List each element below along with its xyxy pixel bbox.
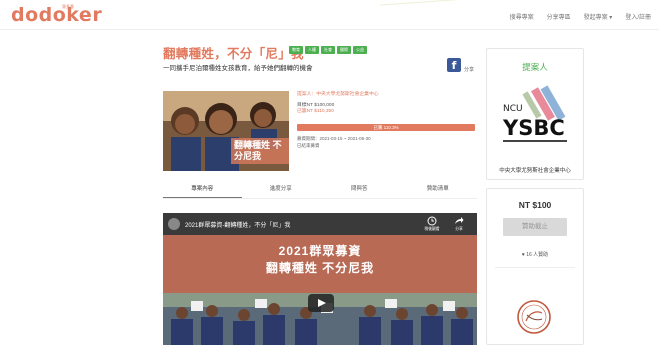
progress-label: 已籌 110.3%	[373, 125, 399, 130]
tab-content[interactable]: 專案內容	[163, 184, 242, 198]
tab-progress[interactable]: 進度分享	[242, 184, 321, 198]
content-tabs: 專案內容 進度分享 問與答 贊助清單	[163, 184, 477, 198]
tab-faq[interactable]: 問與答	[320, 184, 399, 198]
project-subtitle: 一同攜手尼泊爾種姓女孩教育，給予她們翻轉的機會	[163, 65, 313, 72]
funding-period: 募資期間：2021-03-15 ~ 2021-05-30 已結束募資	[297, 136, 371, 149]
project-tags: 教育 人權 社會 國際 公益	[289, 46, 367, 54]
supporter-count: ♥ 16 人贊助	[521, 252, 549, 258]
tag-chip[interactable]: 國際	[337, 46, 351, 54]
project-cover-image: 翻轉種姓 不分尼我	[163, 91, 289, 171]
video-header: 2021群眾募資-翻轉種姓，不分「尼」我 稍後觀看 分享	[163, 213, 477, 235]
nav-item-search[interactable]: 搜尋專案	[510, 12, 534, 21]
channel-avatar[interactable]	[168, 218, 180, 230]
tabs-divider	[163, 198, 477, 199]
clock-icon	[427, 216, 437, 226]
raised-amount: 已籌NT $110,350	[297, 109, 334, 115]
ysbc-logo-text: YSBC	[502, 116, 565, 140]
tab-sponsors[interactable]: 贊助清單	[399, 184, 478, 198]
ysbc-logo[interactable]: NCU YSBC	[501, 83, 571, 163]
tag-chip[interactable]: 公益	[353, 46, 367, 54]
watch-later-label: 稍後觀看	[424, 227, 440, 231]
video-banner-line2: 翻轉種姓 不分尼我	[265, 261, 375, 275]
decorative-line	[379, 0, 511, 13]
cover-caption: 翻轉種姓 不分尼我	[231, 138, 289, 164]
sponsor-closed-button[interactable]: 贊助截止	[503, 218, 567, 236]
project-title: 翻轉種姓，不分「尼」我	[163, 47, 304, 61]
nav-item-start-project[interactable]: 發起專案 ▾	[584, 12, 613, 21]
share-label[interactable]: 分享	[464, 66, 474, 73]
top-navigation-bar: dodoker 眾多客 搜尋專案 分享專區 發起專案 ▾ 登入/註冊	[0, 0, 659, 30]
reward-price: NT $100	[518, 200, 552, 210]
video-share-label: 分享	[455, 227, 463, 231]
period-text: 募資期間：2021-03-15 ~ 2021-05-30	[297, 136, 371, 141]
ysbc-logo-small-text: NCU	[503, 104, 523, 114]
reward-card: NT $100 贊助截止 ♥ 16 人贊助	[486, 188, 584, 345]
main-nav: 搜尋專案 分享專區 發起專案 ▾ 登入/註冊	[510, 12, 651, 21]
site-logo[interactable]: dodoker	[11, 4, 102, 26]
funding-info: 提案人：中央大學尤努斯社會企業中心 目標NT $100,000 已籌NT $11…	[297, 92, 475, 116]
watch-later-button[interactable]: 稍後觀看	[421, 216, 443, 232]
proposer-card-title: 提案人	[522, 62, 548, 72]
video-banner-line1: 2021群眾募資	[278, 244, 362, 258]
video-player[interactable]: 2021群眾募資-翻轉種姓，不分「尼」我 稍後觀看 分享 2021群眾募資 翻轉…	[163, 213, 477, 345]
share-arrow-icon	[455, 217, 464, 224]
tag-chip[interactable]: 人權	[305, 46, 319, 54]
tag-chip[interactable]: 社會	[321, 46, 335, 54]
proposer-card: 提案人 NCU YSBC	[486, 48, 584, 180]
play-button-icon[interactable]	[308, 294, 334, 312]
video-title[interactable]: 2021群眾募資-翻轉種姓，不分「尼」我	[185, 220, 290, 229]
funding-progress-bar: 已籌 110.3%	[297, 124, 475, 131]
video-share-button[interactable]: 分享	[449, 216, 469, 232]
reward-divider	[495, 267, 575, 268]
site-logo-subtitle: 眾多客	[62, 4, 74, 9]
proposer-org-name[interactable]: 中央大學尤努斯社會企業中心	[486, 166, 584, 174]
reward-stamp-icon	[517, 300, 551, 334]
status-text: 已結束募資	[297, 142, 320, 148]
facebook-icon[interactable]: f	[447, 58, 461, 72]
nav-item-login[interactable]: 登入/註冊	[625, 12, 651, 21]
nav-item-share[interactable]: 分享專區	[547, 12, 571, 21]
tag-chip[interactable]: 教育	[289, 46, 303, 54]
